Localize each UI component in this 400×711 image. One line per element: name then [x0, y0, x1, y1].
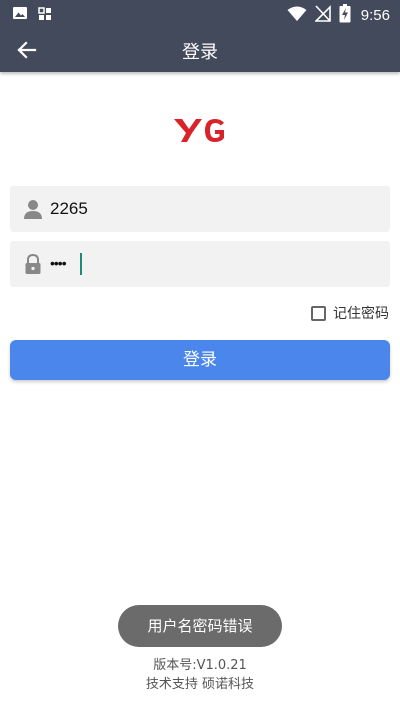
- status-bar-left: [12, 5, 52, 25]
- error-toast: 用户名密码错误: [118, 605, 282, 647]
- password-field[interactable]: ••••: [10, 241, 390, 287]
- image-icon: [12, 5, 28, 25]
- battery-charging-icon: [339, 4, 351, 27]
- text-cursor: [80, 253, 82, 275]
- remember-checkbox[interactable]: [311, 305, 326, 321]
- username-value: 2265: [50, 199, 88, 218]
- status-bar: 9:56: [0, 0, 400, 27]
- company-logo: [172, 114, 228, 146]
- support-text: 技术支持 硕诺科技: [145, 677, 255, 692]
- password-value: ••••: [50, 255, 67, 271]
- wifi-icon: [287, 6, 307, 26]
- user-icon: [22, 198, 44, 220]
- status-bar-right: 9:56: [287, 4, 390, 27]
- app-notification-icon: [38, 6, 52, 25]
- app-bar: 登录: [0, 27, 400, 72]
- no-signal-icon: [313, 5, 331, 26]
- version-text: 版本号:V1.0.21: [153, 658, 247, 673]
- login-button[interactable]: 登录: [10, 340, 390, 380]
- username-field[interactable]: 2265: [10, 186, 390, 232]
- remember-label: 记住密码: [333, 306, 389, 322]
- lock-icon: [22, 253, 44, 275]
- status-clock: 9:56: [360, 7, 390, 24]
- page-title: 登录: [182, 42, 218, 63]
- remember-password-toggle[interactable]: 记住密码: [311, 303, 389, 323]
